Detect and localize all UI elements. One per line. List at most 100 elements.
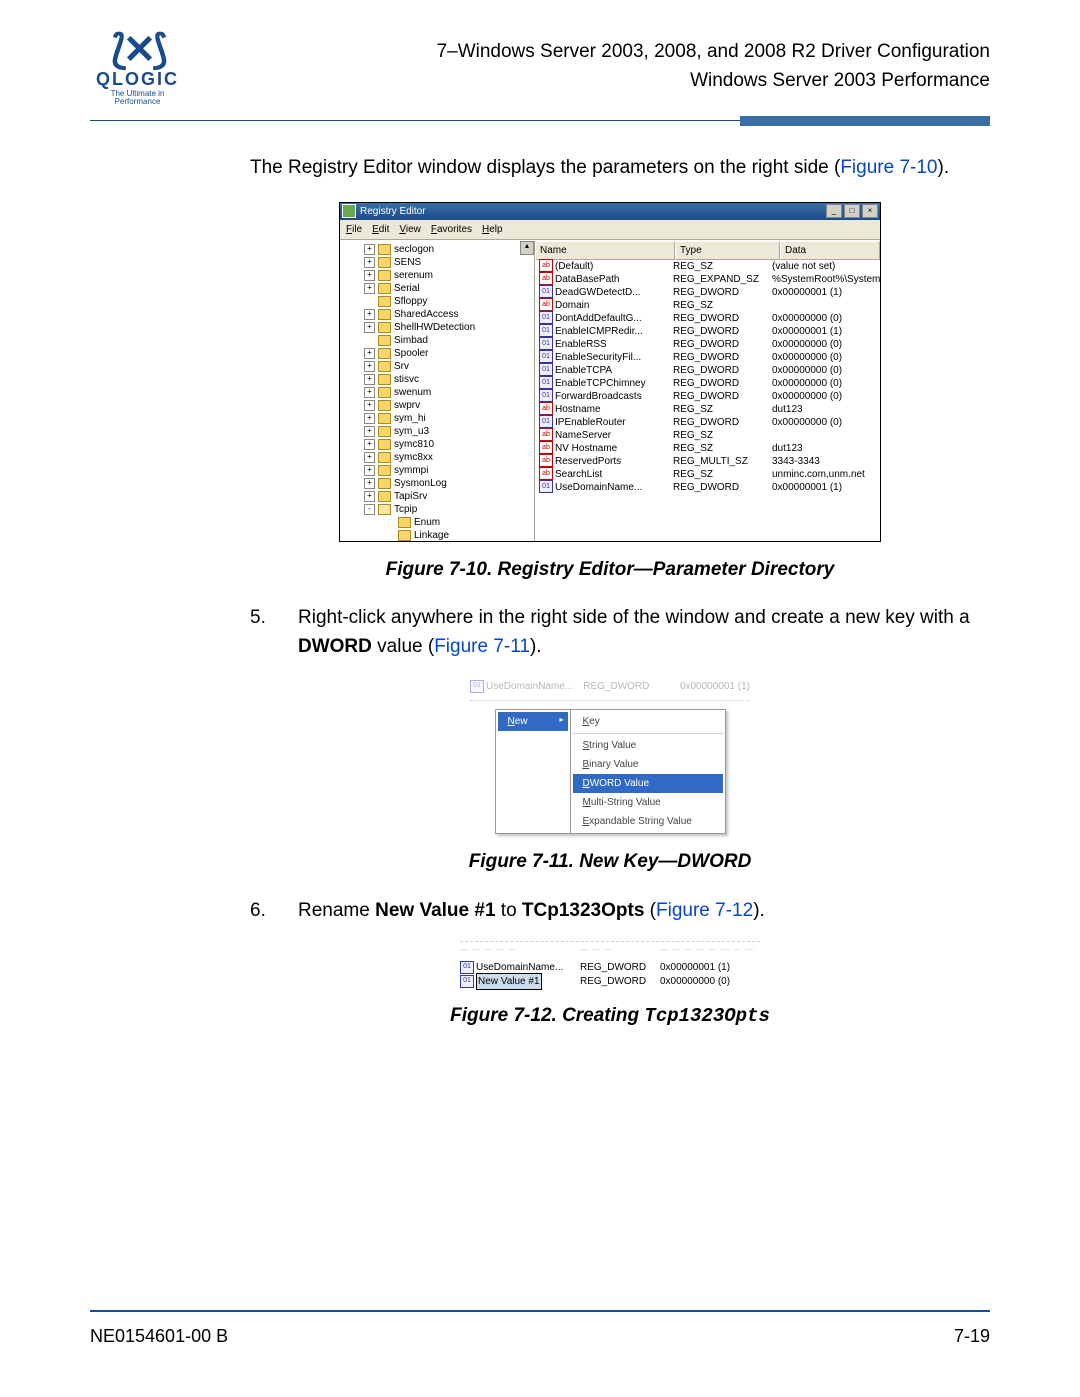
string-icon: ab: [539, 454, 553, 467]
menu-separator: [573, 733, 723, 734]
string-icon: ab: [539, 467, 553, 480]
menu-item-key[interactable]: Key: [573, 712, 723, 731]
folder-icon: [378, 335, 391, 346]
tree-node-serial[interactable]: +Serial: [344, 282, 534, 295]
tree-node-spooler[interactable]: +Spooler: [344, 347, 534, 360]
regedit-icon: [342, 204, 356, 218]
col-header-type[interactable]: Type: [675, 241, 780, 260]
dword-icon: 01: [539, 376, 553, 389]
menu-item-dword-value[interactable]: DWORD Value: [573, 774, 723, 793]
minimize-button[interactable]: _: [826, 204, 842, 218]
folder-icon: [378, 322, 391, 333]
expand-toggle-icon[interactable]: +: [364, 270, 375, 281]
tree-node-swenum[interactable]: +swenum: [344, 386, 534, 399]
expand-toggle-icon[interactable]: +: [364, 426, 375, 437]
dword-icon: 01: [539, 363, 553, 376]
figure-ref-7-12[interactable]: Figure 7-12: [656, 900, 753, 921]
tree-node-symc8xx[interactable]: +symc8xx: [344, 451, 534, 464]
tree-node-sysmonlog[interactable]: +SysmonLog: [344, 477, 534, 490]
menu-item-edit[interactable]: Edit: [372, 222, 389, 237]
dword-icon: 01: [539, 337, 553, 350]
faded-value-name: UseDomainName...: [486, 681, 573, 692]
figure-7-10-caption: Figure 7-10. Registry Editor—Parameter D…: [250, 556, 970, 585]
dword-icon: 01: [539, 311, 553, 324]
tree-node-swprv[interactable]: +swprv: [344, 399, 534, 412]
tree-node-sym_u3[interactable]: +sym_u3: [344, 425, 534, 438]
registry-value-list[interactable]: Name Type Data ab(Default)REG_SZ(value n…: [535, 241, 880, 541]
folder-icon: [378, 387, 391, 398]
menu-item-file[interactable]: File: [346, 222, 362, 237]
faded-value-data: 0x00000001 (1): [680, 679, 750, 694]
header-section: Windows Server 2003 Performance: [215, 67, 990, 96]
tree-node-seclogon[interactable]: +seclogon: [344, 243, 534, 256]
menu-item-string-value[interactable]: String Value: [573, 736, 723, 755]
expand-toggle-icon[interactable]: +: [364, 465, 375, 476]
expand-toggle-icon[interactable]: +: [364, 244, 375, 255]
expand-toggle-icon[interactable]: +: [364, 361, 375, 372]
col-header-data[interactable]: Data: [780, 241, 880, 260]
expand-toggle-icon[interactable]: +: [364, 400, 375, 411]
expand-toggle-icon[interactable]: +: [364, 309, 375, 320]
expand-toggle-icon[interactable]: +: [364, 478, 375, 489]
folder-icon: [378, 478, 391, 489]
folder-icon: [378, 257, 391, 268]
tree-node-simbad[interactable]: Simbad: [344, 334, 534, 347]
tree-node-sens[interactable]: +SENS: [344, 256, 534, 269]
tree-node-symc810[interactable]: +symc810: [344, 438, 534, 451]
folder-icon: [378, 491, 391, 502]
tree-node-serenum[interactable]: +serenum: [344, 269, 534, 282]
expand-toggle-icon[interactable]: +: [364, 452, 375, 463]
menu-item-help[interactable]: Help: [482, 222, 503, 237]
context-submenu-new[interactable]: Key String ValueBinary ValueDWORD ValueMu…: [570, 709, 726, 834]
faded-value-type: REG_DWORD: [583, 679, 649, 694]
string-icon: ab: [539, 402, 553, 415]
folder-icon: [378, 309, 391, 320]
col-header-name[interactable]: Name: [535, 241, 675, 260]
dword-icon: 01: [539, 480, 553, 493]
maximize-button[interactable]: □: [844, 204, 860, 218]
tree-node-srv[interactable]: +Srv: [344, 360, 534, 373]
header-rule: [90, 116, 990, 126]
context-menu-primary[interactable]: New▸: [495, 709, 571, 834]
tree-node-tapisrv[interactable]: +TapiSrv: [344, 490, 534, 503]
folder-icon: [378, 244, 391, 255]
expand-toggle-icon[interactable]: +: [364, 413, 375, 424]
menu-item-view[interactable]: View: [399, 222, 421, 237]
menu-item-binary-value[interactable]: Binary Value: [573, 755, 723, 774]
tree-node-sym_hi[interactable]: +sym_hi: [344, 412, 534, 425]
scroll-up-button[interactable]: ▲: [520, 241, 534, 255]
rename-row[interactable]: 01New Value #1REG_DWORD0x00000000 (0): [460, 974, 760, 988]
tree-node-shellhwdetection[interactable]: +ShellHWDetection: [344, 321, 534, 334]
expand-toggle-icon[interactable]: +: [364, 348, 375, 359]
figure-ref-7-11[interactable]: Figure 7-11: [434, 636, 530, 657]
expand-toggle-icon[interactable]: +: [364, 283, 375, 294]
folder-icon: [378, 374, 391, 385]
registry-tree[interactable]: ▲ +seclogon+SENS+serenum+SerialSfloppy+S…: [340, 241, 535, 541]
tree-node-stisvc[interactable]: +stisvc: [344, 373, 534, 386]
value-row[interactable]: 01UseDomainName...REG_DWORD0x00000001 (1…: [535, 481, 880, 494]
expand-toggle-icon[interactable]: -: [364, 504, 375, 515]
close-button[interactable]: ×: [862, 204, 878, 218]
menu-item-favorites[interactable]: Favorites: [431, 222, 472, 237]
expand-toggle-icon[interactable]: +: [364, 439, 375, 450]
menu-item-new[interactable]: New▸: [498, 712, 568, 731]
expand-toggle-icon[interactable]: +: [364, 374, 375, 385]
expand-toggle-icon[interactable]: +: [364, 322, 375, 333]
window-menubar[interactable]: File Edit View Favorites Help: [340, 220, 880, 240]
step-6-number: 6.: [250, 897, 274, 926]
expand-toggle-icon[interactable]: +: [364, 491, 375, 502]
menu-item-multi-string-value[interactable]: Multi-String Value: [573, 793, 723, 812]
tree-node-linkage[interactable]: Linkage: [344, 529, 534, 541]
expand-toggle-icon[interactable]: +: [364, 387, 375, 398]
expand-toggle-icon[interactable]: +: [364, 257, 375, 268]
folder-icon: [378, 283, 391, 294]
dword-icon: 01: [539, 324, 553, 337]
menu-item-expandable-string-value[interactable]: Expandable String Value: [573, 812, 723, 831]
window-titlebar[interactable]: Registry Editor _ □ ×: [340, 203, 880, 220]
footer-docid: NE0154601-00 B: [90, 1326, 228, 1347]
figure-ref-7-10[interactable]: Figure 7-10: [840, 157, 937, 178]
logo-brand: QLOGIC: [90, 70, 185, 88]
rename-edit-field[interactable]: New Value #1: [476, 973, 542, 990]
string-icon: ab: [539, 272, 553, 285]
folder-icon: [378, 439, 391, 450]
